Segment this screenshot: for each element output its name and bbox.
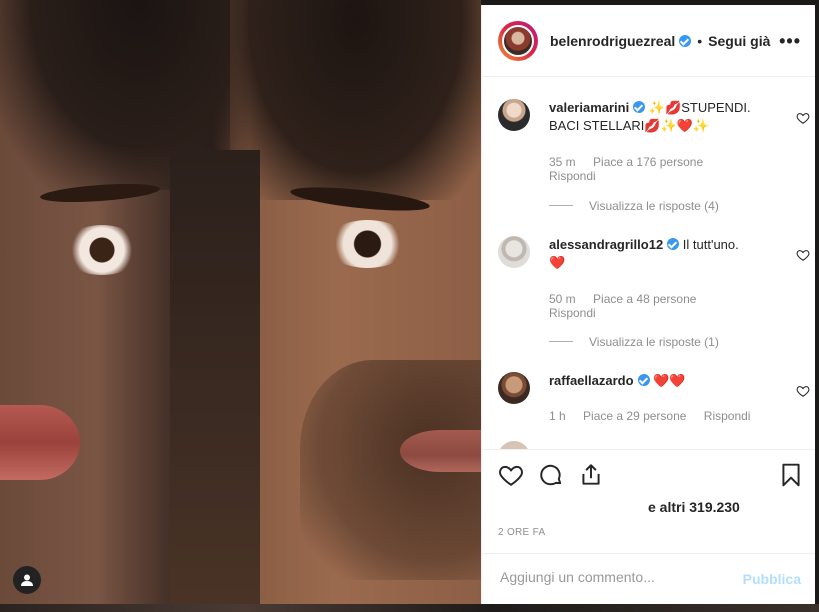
- commenter-avatar[interactable]: [498, 372, 530, 404]
- comments-list[interactable]: valeriamarini ✨💋STUPENDI. BACI STELLARI💋…: [482, 77, 815, 449]
- post-side-panel: belenrodriguezreal • Segui già ••• valer…: [481, 5, 815, 604]
- post-actions: [482, 449, 815, 504]
- verified-icon: [667, 238, 680, 250]
- post-photo[interactable]: [0, 0, 481, 604]
- share-icon[interactable]: [578, 462, 604, 488]
- comment-likes[interactable]: Piace a 29 persone: [583, 409, 686, 423]
- commenter-avatar[interactable]: [498, 441, 530, 449]
- comment-likes[interactable]: Piace a 176 persone: [593, 155, 703, 169]
- replies-line: [549, 205, 573, 206]
- likes-count[interactable]: e altri 319.230: [648, 499, 740, 515]
- comment-likes[interactable]: Piace a 48 persone: [593, 292, 696, 306]
- photo-eye-left: [62, 225, 142, 275]
- verified-icon: [633, 101, 646, 113]
- photo-hair-right: [230, 0, 481, 200]
- reply-button[interactable]: Rispondi: [704, 409, 751, 423]
- comment-text-line1: ✨💋STUPENDI.: [648, 100, 751, 115]
- author-avatar[interactable]: [498, 20, 538, 61]
- photo-lips-left: [0, 405, 80, 480]
- heart-icon[interactable]: [498, 462, 524, 488]
- replies-line: [549, 341, 573, 342]
- comment-meta: 1 h Piace a 29 persone Rispondi: [549, 409, 764, 423]
- comment-text-line1: ❤️❤️: [653, 373, 686, 388]
- view-replies-label: Visualizza le risposte (1): [589, 335, 719, 349]
- add-comment-bar: Pubblica: [482, 553, 815, 605]
- post-header: belenrodriguezreal • Segui già •••: [482, 5, 815, 77]
- background-grid-edge: [0, 604, 819, 612]
- comment-text-line2: BACI STELLARI💋✨❤️✨: [549, 118, 710, 133]
- comment-text: alessandragrillo12 Il tutt'uno. ❤️: [549, 236, 759, 272]
- comment-text-line1: Il tutt'uno.: [682, 237, 739, 252]
- publish-button[interactable]: Pubblica: [743, 571, 801, 587]
- commenter-username[interactable]: alessandragrillo12: [549, 237, 663, 252]
- view-replies-label: Visualizza le risposte (4): [589, 199, 719, 213]
- commenter-avatar[interactable]: [498, 236, 530, 268]
- tagged-user-icon[interactable]: [13, 566, 41, 594]
- author-username[interactable]: belenrodriguezreal: [550, 33, 675, 49]
- commenter-username[interactable]: raffaellazardo: [549, 373, 634, 388]
- photo-lips-right: [400, 430, 481, 472]
- reply-button[interactable]: Rispondi: [549, 169, 596, 183]
- comment-text-line2: ❤️: [549, 255, 566, 270]
- comment-time: 35 m: [549, 155, 576, 169]
- post-timestamp[interactable]: 2 ORE FA: [498, 527, 545, 538]
- photo-eye-right: [325, 220, 410, 268]
- comment-time: 1 h: [549, 409, 566, 423]
- verified-icon: [637, 374, 650, 386]
- comment-input[interactable]: [498, 568, 732, 586]
- reply-button[interactable]: Rispondi: [549, 306, 596, 320]
- view-replies-button[interactable]: Visualizza le risposte (1): [549, 335, 719, 349]
- comment-icon[interactable]: [538, 462, 564, 488]
- bookmark-icon[interactable]: [778, 462, 804, 488]
- comment-text: raffaellazardo ❤️❤️: [549, 372, 759, 390]
- more-icon[interactable]: •••: [779, 31, 801, 52]
- view-replies-button[interactable]: Visualizza le risposte (4): [549, 199, 719, 213]
- verified-icon: [679, 34, 692, 47]
- photo-hair-center: [170, 150, 260, 604]
- commenter-username[interactable]: valeriamarini: [549, 100, 629, 115]
- like-comment-heart-icon[interactable]: [796, 384, 810, 398]
- header-separator: •: [697, 32, 703, 49]
- like-comment-heart-icon[interactable]: [796, 111, 810, 125]
- comment-text: valeriamarini ✨💋STUPENDI. BACI STELLARI💋…: [549, 99, 759, 135]
- commenter-avatar[interactable]: [498, 99, 530, 131]
- comment-meta: 35 m Piace a 176 persone Rispondi: [549, 155, 717, 183]
- follow-button[interactable]: Segui già: [708, 33, 770, 49]
- like-comment-heart-icon[interactable]: [796, 248, 810, 262]
- comment-meta: 50 m Piace a 48 persone Rispondi: [549, 292, 710, 320]
- comment-time: 50 m: [549, 292, 576, 306]
